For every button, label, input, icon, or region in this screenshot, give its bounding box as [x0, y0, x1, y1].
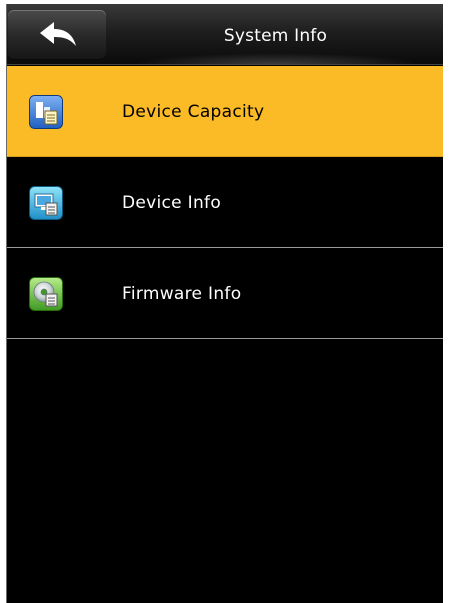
menu-item-device-capacity[interactable]: Device Capacity [7, 66, 443, 157]
title-bar: System Info [7, 4, 443, 65]
capacity-icon [29, 95, 63, 129]
device-info-icon [29, 186, 63, 220]
back-button[interactable] [8, 10, 106, 60]
menu-list: Device Capacity Device Info Firmware Inf… [7, 66, 443, 339]
device-screen: System Info Device Capacity Device Info … [6, 4, 443, 603]
menu-item-device-info[interactable]: Device Info [7, 157, 443, 248]
title-glow [107, 51, 443, 65]
menu-item-label: Device Capacity [122, 102, 265, 122]
firmware-disc-icon [29, 277, 63, 311]
menu-item-label: Device Info [122, 193, 222, 213]
menu-item-firmware-info[interactable]: Firmware Info [7, 248, 443, 339]
back-arrow-icon [40, 22, 76, 46]
menu-item-label: Firmware Info [122, 284, 242, 304]
